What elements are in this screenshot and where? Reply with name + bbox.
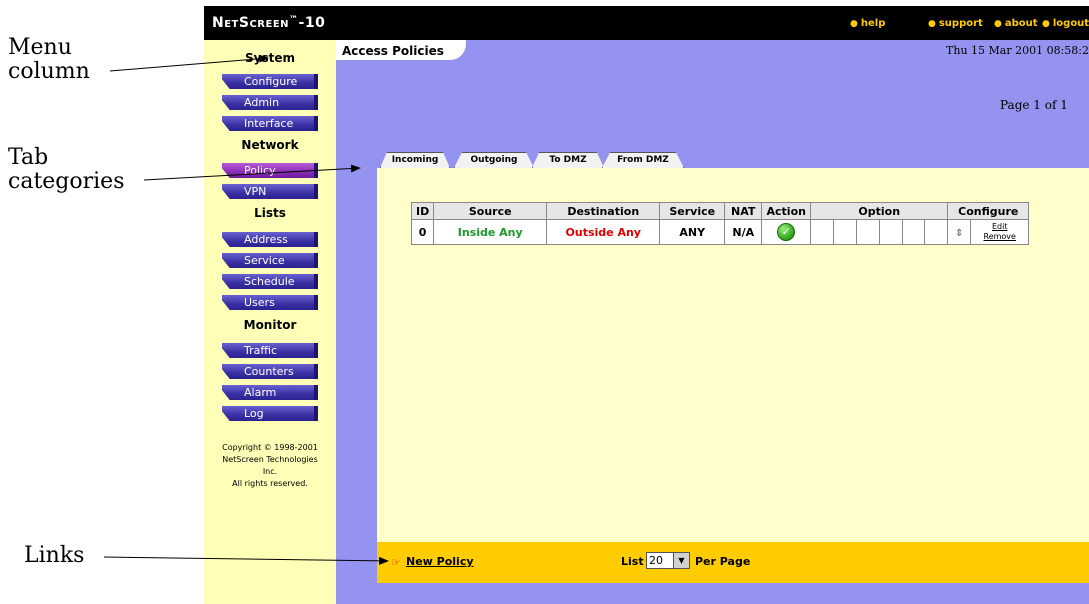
support-link-label: support xyxy=(938,18,983,29)
option-cell xyxy=(855,219,880,245)
brand-logo: NetScreen™-10 xyxy=(212,15,325,31)
column-header-configure: Configure xyxy=(947,202,1030,220)
about-link[interactable]: ● about xyxy=(994,18,1038,29)
tab-outgoing[interactable]: Outgoing xyxy=(454,152,534,168)
menu-item-traffic[interactable]: Traffic xyxy=(222,343,318,358)
list-size-select[interactable]: 20 ▼ xyxy=(646,552,690,569)
menu-item-policy[interactable]: Policy xyxy=(222,163,318,178)
cell-id: 0 xyxy=(410,219,435,245)
menu-section-system: System xyxy=(245,51,295,65)
copyright-notice: Copyright © 1998-2001 NetScreen Technolo… xyxy=(204,442,336,490)
column-header-destination: Destination xyxy=(546,202,661,220)
page-count: Page 1 of 1 xyxy=(1000,98,1068,112)
logout-link[interactable]: ● logout xyxy=(1042,18,1089,29)
option-cell xyxy=(901,219,926,245)
brand-tm: ™ xyxy=(289,15,299,25)
bullet-icon: ● xyxy=(928,19,936,29)
cell-service: ANY xyxy=(659,219,726,245)
copyright-line: Copyright © 1998-2001 xyxy=(222,443,318,452)
brand-name: NetScreen xyxy=(212,15,290,31)
table-row: 0 Inside Any Outside Any ANY N/A ✓ ⇕ Edi… xyxy=(410,219,1030,245)
page-title-tab: Access Policies xyxy=(336,40,466,60)
tab-to-dmz[interactable]: To DMZ xyxy=(532,152,604,168)
column-header-action: Action xyxy=(761,202,812,220)
menu-column: System Configure Admin Interface Network… xyxy=(204,40,336,604)
tab-from-dmz[interactable]: From DMZ xyxy=(602,152,684,168)
edit-link[interactable]: Edit xyxy=(975,222,1024,232)
check-icon: ✓ xyxy=(777,223,796,241)
option-cell xyxy=(878,219,903,245)
bullet-icon: ● xyxy=(994,19,1002,29)
column-header-service: Service xyxy=(659,202,726,220)
cell-source: Inside Any xyxy=(433,219,548,245)
remove-link[interactable]: Remove xyxy=(975,232,1024,242)
menu-item-vpn[interactable]: VPN xyxy=(222,184,318,199)
policy-panel: ID Source Destination Service NAT Action… xyxy=(377,168,1089,542)
netscreen-window: NetScreen™-10 ● help ● support ● about ● log… xyxy=(204,6,1089,604)
menu-item-configure[interactable]: Configure xyxy=(222,74,318,89)
logout-link-label: logout xyxy=(1052,18,1089,29)
menu-item-counters[interactable]: Counters xyxy=(222,364,318,379)
menu-section-network: Network xyxy=(241,138,299,152)
new-policy-link[interactable]: New Policy xyxy=(406,555,474,568)
menu-item-log[interactable]: Log xyxy=(222,406,318,421)
option-cell xyxy=(924,219,949,245)
column-header-source: Source xyxy=(433,202,548,220)
menu-item-admin[interactable]: Admin xyxy=(222,95,318,110)
page-title: Access Policies xyxy=(342,44,444,58)
help-link[interactable]: ● help xyxy=(850,18,885,29)
tab-incoming[interactable]: Incoming xyxy=(380,152,450,168)
bullet-icon: ● xyxy=(1042,19,1050,29)
support-link[interactable]: ● support xyxy=(928,18,983,29)
table-header-row: ID Source Destination Service NAT Action… xyxy=(410,202,1030,220)
about-link-label: about xyxy=(1004,18,1038,29)
callout-tab-categories: Tab categories xyxy=(8,146,125,194)
pointing-hand-icon: ☞ xyxy=(391,556,401,569)
menu-section-monitor: Monitor xyxy=(243,318,297,332)
callout-menu-column: Menu column xyxy=(8,36,90,84)
copyright-line: All rights reserved. xyxy=(232,479,308,488)
callout-tabs-line2: categories xyxy=(8,169,125,194)
cell-configure: Edit Remove xyxy=(970,219,1030,245)
panel-footer: ☞ New Policy List 20 ▼ Per Page xyxy=(377,542,1089,583)
menu-item-users[interactable]: Users xyxy=(222,295,318,310)
menu-section-lists: Lists xyxy=(254,206,286,220)
option-cell xyxy=(810,219,835,245)
bullet-icon: ● xyxy=(850,19,858,29)
menu-item-service[interactable]: Service xyxy=(222,253,318,268)
top-bar: NetScreen™-10 ● help ● support ● about ● log… xyxy=(204,6,1089,40)
copyright-line: Inc. xyxy=(262,467,278,476)
list-size-value: 20 xyxy=(649,554,663,567)
callout-links: Links xyxy=(24,543,85,568)
datetime: Thu 15 Mar 2001 08:58:2 xyxy=(946,44,1089,57)
column-header-nat: NAT xyxy=(724,202,763,220)
list-label: List xyxy=(621,555,644,568)
cell-reorder: ⇕ xyxy=(947,219,972,245)
menu-item-schedule[interactable]: Schedule xyxy=(222,274,318,289)
dropdown-arrow-icon[interactable]: ▼ xyxy=(673,553,689,568)
copyright-line: NetScreen Technologies xyxy=(222,455,318,464)
menu-item-address[interactable]: Address xyxy=(222,232,318,247)
callout-menu-line1: Menu xyxy=(8,35,72,60)
cell-action: ✓ xyxy=(761,219,812,245)
cell-destination: Outside Any xyxy=(546,219,661,245)
column-header-option: Option xyxy=(810,202,949,220)
brand-model: -10 xyxy=(298,15,326,31)
menu-item-alarm[interactable]: Alarm xyxy=(222,385,318,400)
reorder-arrows-icon[interactable]: ⇕ xyxy=(955,228,963,239)
option-cell xyxy=(833,219,857,245)
callout-menu-line2: column xyxy=(8,59,90,84)
per-page-label: Per Page xyxy=(695,555,751,568)
cell-nat: N/A xyxy=(724,219,763,245)
column-header-id: ID xyxy=(410,202,435,220)
policy-table: ID Source Destination Service NAT Action… xyxy=(410,202,1030,245)
help-link-label: help xyxy=(860,18,886,29)
menu-item-interface[interactable]: Interface xyxy=(222,116,318,131)
callout-tabs-line1: Tab xyxy=(8,145,49,170)
